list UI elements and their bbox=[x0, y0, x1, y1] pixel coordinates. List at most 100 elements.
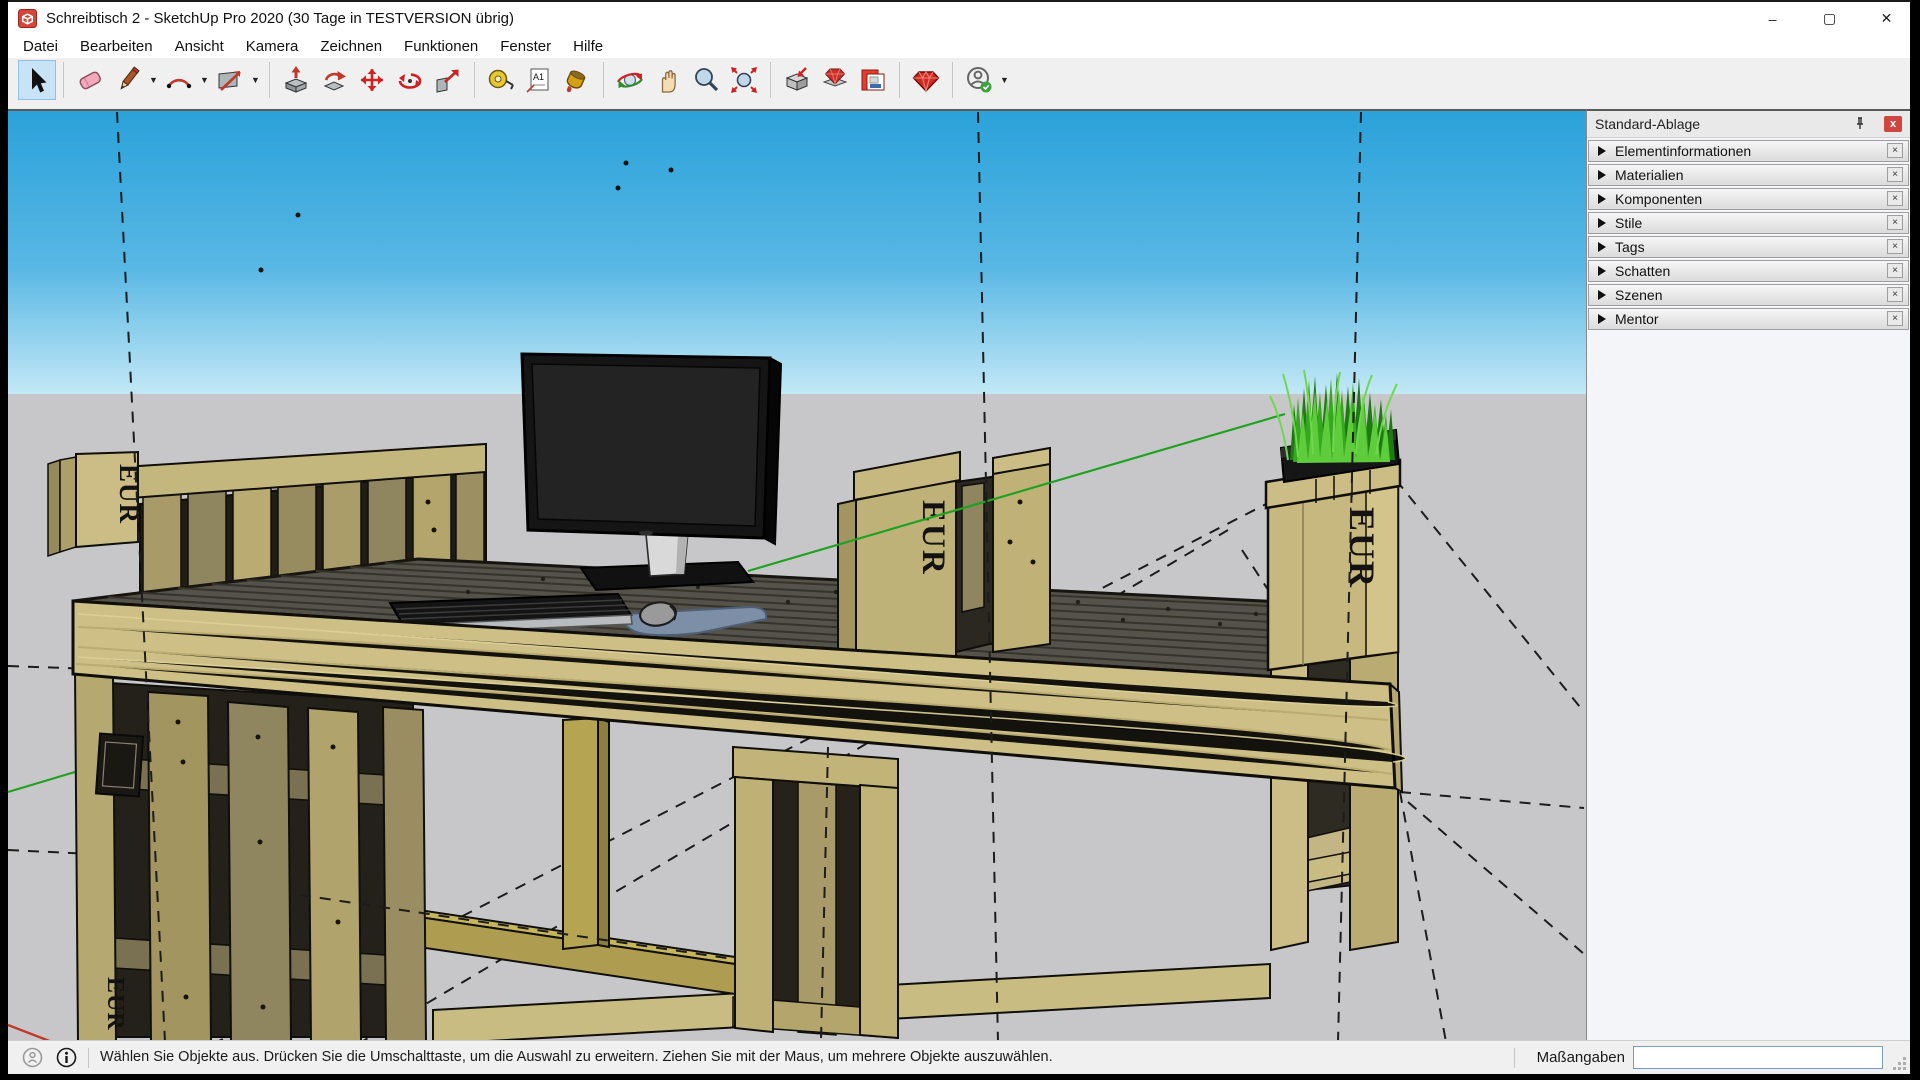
toolbar: ▼ ▼ ▼ bbox=[8, 58, 1910, 109]
tray-section-label: Elementinformationen bbox=[1615, 143, 1751, 159]
warehouse-gem-icon bbox=[820, 65, 850, 95]
arc-tool-button[interactable] bbox=[160, 60, 198, 100]
tape-measure-icon bbox=[486, 65, 516, 95]
rotate-tool-button[interactable] bbox=[391, 60, 429, 100]
section-close-button[interactable]: × bbox=[1887, 191, 1903, 206]
toolbar-separator bbox=[770, 62, 771, 98]
rectangle-tool-button[interactable] bbox=[211, 60, 249, 100]
expand-arrow-icon bbox=[1598, 218, 1606, 228]
tray-header: Standard-Ablage x bbox=[1587, 111, 1910, 138]
account-dropdown-arrow-icon[interactable]: ▼ bbox=[998, 60, 1011, 100]
measurements-input[interactable] bbox=[1633, 1046, 1883, 1069]
scale-tool-button[interactable] bbox=[429, 60, 467, 100]
menu-funktionen[interactable]: Funktionen bbox=[393, 35, 489, 58]
zoom-extents-icon bbox=[729, 65, 759, 95]
pan-tool-button[interactable] bbox=[649, 60, 687, 100]
expand-arrow-icon bbox=[1598, 266, 1606, 276]
geolocation-icon[interactable] bbox=[22, 1047, 43, 1068]
zoom-tool-button[interactable] bbox=[687, 60, 725, 100]
tape-measure-tool-button[interactable] bbox=[482, 60, 520, 100]
maximize-button[interactable]: ▢ bbox=[1806, 2, 1853, 35]
toolbar-separator bbox=[952, 62, 953, 98]
menu-zeichnen[interactable]: Zeichnen bbox=[309, 35, 393, 58]
main-area: EUR bbox=[8, 109, 1910, 1040]
status-separator bbox=[88, 1048, 89, 1068]
pallet-eur-stamp-middle: EUR bbox=[915, 500, 951, 576]
section-close-button[interactable]: × bbox=[1887, 287, 1903, 302]
tray-section-label: Schatten bbox=[1615, 263, 1670, 279]
tray-section-mentor[interactable]: Mentor × bbox=[1588, 308, 1909, 330]
section-close-button[interactable]: × bbox=[1887, 239, 1903, 254]
zoom-extents-tool-button[interactable] bbox=[725, 60, 763, 100]
orbit-tool-button[interactable] bbox=[611, 60, 649, 100]
right-pallet-column[interactable]: EUR bbox=[1266, 460, 1400, 670]
tray-section-elementinformationen[interactable]: Elementinformationen × bbox=[1588, 140, 1909, 162]
menu-ansicht[interactable]: Ansicht bbox=[164, 35, 235, 58]
tray-section-label: Mentor bbox=[1615, 311, 1659, 327]
tray-close-button[interactable]: x bbox=[1884, 116, 1902, 132]
section-close-button[interactable]: × bbox=[1887, 215, 1903, 230]
follow-me-tool-button[interactable] bbox=[315, 60, 353, 100]
standard-tray-panel: Standard-Ablage x Elementinformationen ×… bbox=[1586, 109, 1910, 1040]
sketchup-logo-icon bbox=[18, 9, 37, 28]
line-tool-dropdown-arrow-icon[interactable]: ▼ bbox=[147, 60, 160, 100]
move-tool-button[interactable] bbox=[353, 60, 391, 100]
account-button[interactable] bbox=[960, 60, 998, 100]
expand-arrow-icon bbox=[1598, 194, 1606, 204]
app-window: Schreibtisch 2 - SketchUp Pro 2020 (30 T… bbox=[8, 0, 1910, 1072]
section-close-button[interactable]: × bbox=[1887, 263, 1903, 278]
tray-section-tags[interactable]: Tags × bbox=[1588, 236, 1909, 258]
eraser-tool-button[interactable] bbox=[71, 60, 109, 100]
status-separator bbox=[1514, 1048, 1515, 1068]
pallet-eur-stamp-leg: EUR bbox=[102, 977, 128, 1031]
tray-section-stile[interactable]: Stile × bbox=[1588, 212, 1909, 234]
menu-datei[interactable]: Datei bbox=[12, 35, 69, 58]
push-pull-icon bbox=[281, 65, 311, 95]
menu-fenster[interactable]: Fenster bbox=[489, 35, 562, 58]
select-cursor-icon bbox=[22, 65, 52, 95]
pin-icon[interactable] bbox=[1852, 116, 1868, 132]
expand-arrow-icon bbox=[1598, 314, 1606, 324]
red-gem-icon bbox=[911, 65, 941, 95]
close-button[interactable]: ✕ bbox=[1863, 2, 1910, 35]
3d-viewport[interactable]: EUR bbox=[8, 109, 1586, 1040]
section-close-button[interactable]: × bbox=[1887, 167, 1903, 182]
paint-bucket-icon bbox=[562, 65, 592, 95]
menu-bearbeiten[interactable]: Bearbeiten bbox=[69, 35, 164, 58]
rectangle-tool-dropdown-arrow-icon[interactable]: ▼ bbox=[249, 60, 262, 100]
send-to-layout-button[interactable] bbox=[854, 60, 892, 100]
move-icon bbox=[357, 65, 387, 95]
tray-section-materialien[interactable]: Materialien × bbox=[1588, 164, 1909, 186]
model-scene[interactable]: EUR bbox=[8, 111, 1586, 1040]
section-close-button[interactable]: × bbox=[1887, 311, 1903, 326]
menu-bar: Datei Bearbeiten Ansicht Kamera Zeichnen… bbox=[8, 35, 1910, 58]
tray-section-szenen[interactable]: Szenen × bbox=[1588, 284, 1909, 306]
menu-kamera[interactable]: Kamera bbox=[235, 35, 310, 58]
ruby-gem-button[interactable] bbox=[907, 60, 945, 100]
minimize-button[interactable]: – bbox=[1749, 2, 1796, 35]
select-tool-button[interactable] bbox=[18, 60, 56, 100]
push-pull-tool-button[interactable] bbox=[277, 60, 315, 100]
tray-section-komponenten[interactable]: Komponenten × bbox=[1588, 188, 1909, 210]
info-icon[interactable] bbox=[56, 1047, 77, 1068]
sky bbox=[8, 111, 1586, 394]
resize-grip[interactable] bbox=[1894, 1058, 1906, 1070]
extension-warehouse-button[interactable] bbox=[816, 60, 854, 100]
line-tool-button[interactable] bbox=[109, 60, 147, 100]
pencil-icon bbox=[113, 65, 143, 95]
status-bar: Wählen Sie Objekte aus. Drücken Sie die … bbox=[8, 1040, 1910, 1074]
status-message: Wählen Sie Objekte aus. Drücken Sie die … bbox=[100, 1049, 1053, 1065]
text-tool-button[interactable]: A1 bbox=[520, 60, 558, 100]
toolbar-separator bbox=[63, 62, 64, 98]
text-icon: A1 bbox=[524, 65, 554, 95]
tray-section-label: Materialien bbox=[1615, 167, 1683, 183]
get-models-button[interactable] bbox=[778, 60, 816, 100]
section-close-button[interactable]: × bbox=[1887, 143, 1903, 158]
arc-icon bbox=[164, 65, 194, 95]
paint-bucket-tool-button[interactable] bbox=[558, 60, 596, 100]
follow-me-icon bbox=[319, 65, 349, 95]
tray-section-schatten[interactable]: Schatten × bbox=[1588, 260, 1909, 282]
arc-tool-dropdown-arrow-icon[interactable]: ▼ bbox=[198, 60, 211, 100]
menu-hilfe[interactable]: Hilfe bbox=[562, 35, 614, 58]
orbit-icon bbox=[615, 65, 645, 95]
